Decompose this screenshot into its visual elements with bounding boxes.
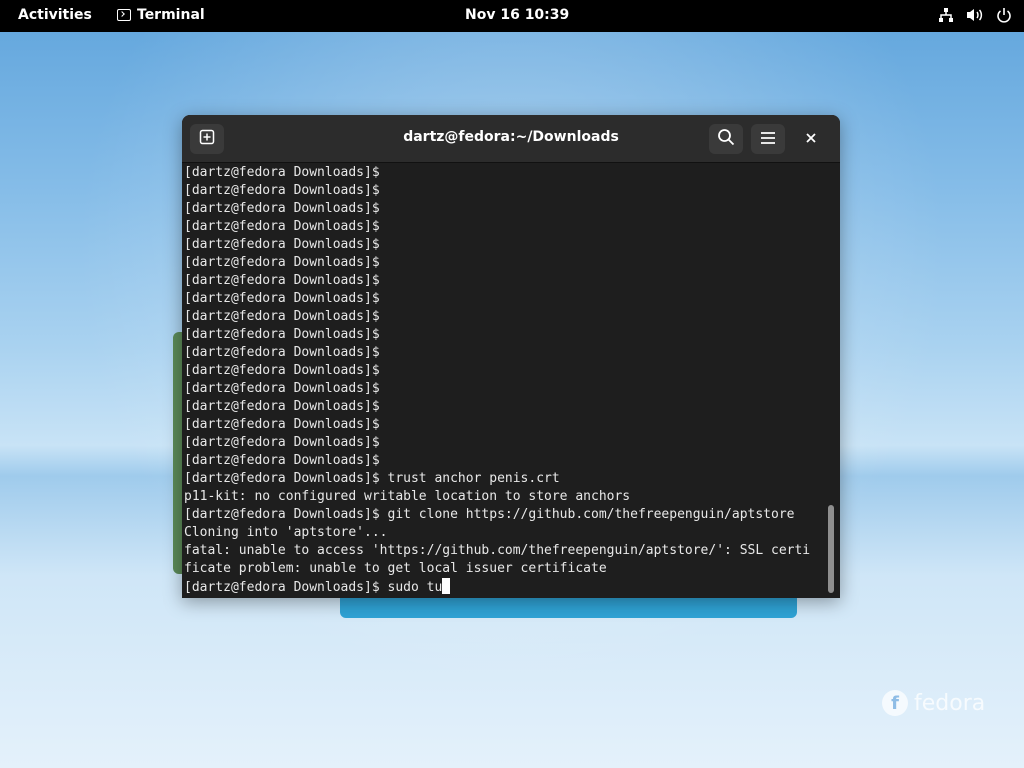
top-bar: Activities Terminal Nov 16 10:39 <box>0 0 1024 32</box>
clock[interactable]: Nov 16 10:39 <box>465 7 569 23</box>
terminal-icon <box>117 9 131 21</box>
terminal-line: [dartz@fedora Downloads]$ <box>184 453 380 468</box>
background-window[interactable] <box>340 596 797 618</box>
terminal-line: [dartz@fedora Downloads]$ <box>184 201 380 216</box>
fedora-logo: f fedora <box>882 690 985 716</box>
main-menu-button[interactable] <box>751 124 785 154</box>
app-menu[interactable]: Terminal <box>117 7 205 23</box>
fedora-logo-icon: f <box>882 690 908 716</box>
power-icon[interactable] <box>996 7 1012 23</box>
terminal-line: [dartz@fedora Downloads]$ <box>184 237 380 252</box>
network-icon[interactable] <box>938 7 954 23</box>
terminal-line: [dartz@fedora Downloads]$ <box>184 327 380 342</box>
terminal-line: [dartz@fedora Downloads]$ <box>184 219 380 234</box>
text-cursor <box>442 578 451 594</box>
search-button[interactable] <box>709 124 743 154</box>
terminal-headerbar[interactable]: dartz@fedora:~/Downloads <box>182 115 840 163</box>
volume-icon[interactable] <box>966 7 984 23</box>
terminal-line: [dartz@fedora Downloads]$ <box>184 255 380 270</box>
terminal-line: [dartz@fedora Downloads]$ <box>184 381 380 396</box>
close-button[interactable] <box>799 127 823 151</box>
terminal-line: [dartz@fedora Downloads]$ <box>184 309 380 324</box>
terminal-prompt-text: [dartz@fedora Downloads]$ sudo tu <box>184 580 443 595</box>
hamburger-menu-icon <box>760 130 776 149</box>
system-tray[interactable] <box>938 7 1012 23</box>
terminal-line: [dartz@fedora Downloads]$ <box>184 345 380 360</box>
close-icon <box>806 131 816 147</box>
terminal-line: ficate problem: unable to get local issu… <box>184 561 607 576</box>
scrollbar[interactable] <box>828 505 834 593</box>
terminal-line: [dartz@fedora Downloads]$ <box>184 399 380 414</box>
terminal-line: Cloning into 'aptstore'... <box>184 525 388 540</box>
app-menu-label: Terminal <box>137 7 205 23</box>
fedora-logo-text: fedora <box>914 690 986 716</box>
terminal-line: [dartz@fedora Downloads]$ trust anchor p… <box>184 471 560 486</box>
activities-button[interactable]: Activities <box>18 7 92 23</box>
terminal-prompt-line[interactable]: [dartz@fedora Downloads]$ sudo tu <box>184 578 824 596</box>
search-icon <box>717 128 735 150</box>
terminal-line: [dartz@fedora Downloads]$ <box>184 273 380 288</box>
terminal-line: [dartz@fedora Downloads]$ <box>184 363 380 378</box>
terminal-line: p11-kit: no configured writable location… <box>184 489 631 504</box>
terminal-line: [dartz@fedora Downloads]$ <box>184 165 380 180</box>
terminal-window[interactable]: dartz@fedora:~/Downloads [dartz@fedora D… <box>182 115 840 598</box>
terminal-output[interactable]: [dartz@fedora Downloads]$ [dartz@fedora … <box>184 163 824 598</box>
terminal-line: [dartz@fedora Downloads]$ <box>184 183 380 198</box>
terminal-line: [dartz@fedora Downloads]$ <box>184 291 380 306</box>
terminal-line: fatal: unable to access 'https://github.… <box>184 543 811 558</box>
terminal-line: [dartz@fedora Downloads]$ <box>184 435 380 450</box>
terminal-line: [dartz@fedora Downloads]$ git clone http… <box>184 507 795 522</box>
terminal-line: [dartz@fedora Downloads]$ <box>184 417 380 432</box>
